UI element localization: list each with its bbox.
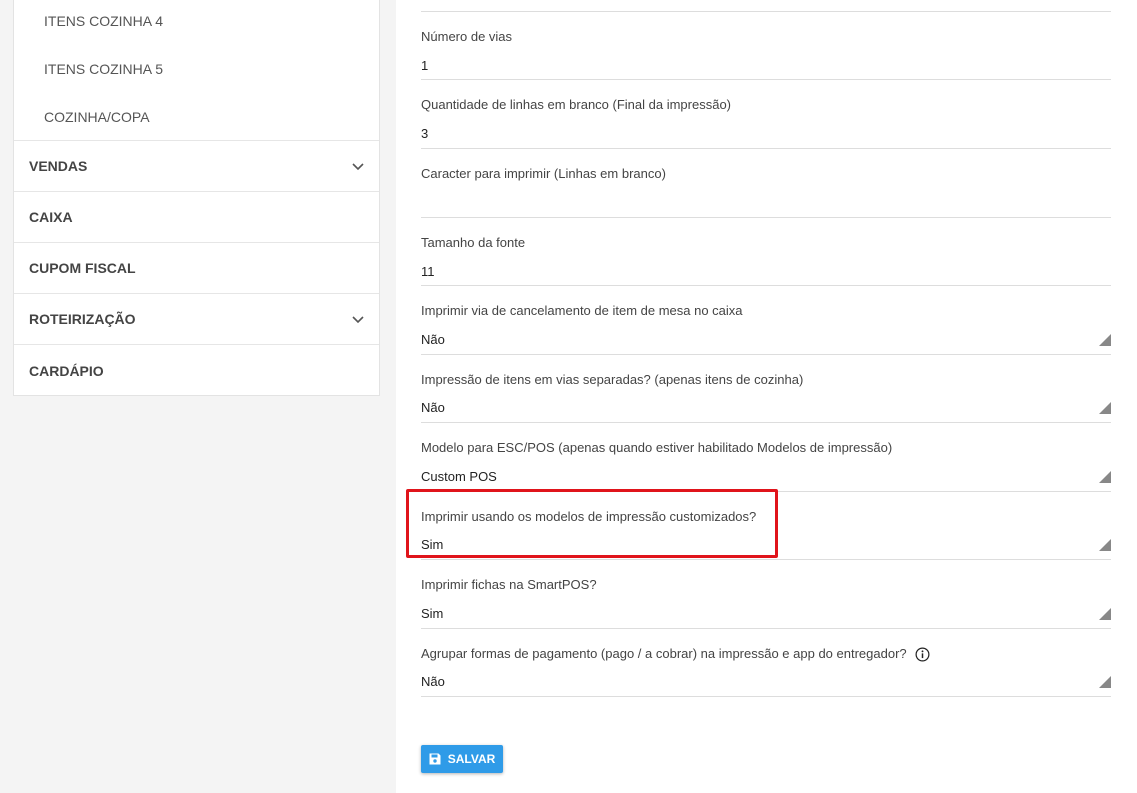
chevron-down-icon bbox=[352, 316, 364, 324]
select-arrow-icon[interactable] bbox=[1099, 608, 1111, 620]
field-underline bbox=[421, 11, 1111, 12]
select-value[interactable]: Não bbox=[421, 400, 445, 415]
sidebar-item-cupom-fiscal[interactable]: CUPOM FISCAL bbox=[14, 243, 379, 294]
field-underline bbox=[421, 354, 1111, 355]
field-label: Agrupar formas de pagamento (pago / a co… bbox=[421, 646, 930, 662]
field-underline bbox=[421, 491, 1111, 492]
select-value[interactable]: Custom POS bbox=[421, 469, 497, 484]
select-value[interactable]: Não bbox=[421, 332, 445, 347]
field-underline bbox=[421, 422, 1111, 423]
select-value[interactable]: Sim bbox=[421, 537, 443, 552]
sidebar-item-label: CUPOM FISCAL bbox=[29, 260, 136, 276]
sidebar-submenu: ITENS COZINHA 4 ITENS COZINHA 5 COZINHA/… bbox=[14, 0, 379, 141]
field-label: Modelo para ESC/POS (apenas quando estiv… bbox=[421, 440, 893, 455]
sidebar-subitem-itens-cozinha-5[interactable]: ITENS COZINHA 5 bbox=[14, 45, 379, 93]
field-underline bbox=[421, 696, 1111, 697]
sidebar: ITENS COZINHA 4 ITENS COZINHA 5 COZINHA/… bbox=[13, 0, 380, 396]
chevron-down-icon bbox=[352, 163, 364, 171]
field-label: Imprimir fichas na SmartPOS? bbox=[421, 577, 597, 592]
field-value[interactable]: 3 bbox=[421, 126, 428, 141]
field-underline bbox=[421, 628, 1111, 629]
floppy-disk-icon bbox=[429, 753, 441, 765]
field-label: Caracter para imprimir (Linhas em branco… bbox=[421, 166, 666, 181]
field-label: Imprimir usando os modelos de impressão … bbox=[421, 509, 757, 524]
field-underline bbox=[421, 148, 1111, 149]
field-label: Tamanho da fonte bbox=[421, 235, 526, 250]
select-value[interactable]: Não bbox=[421, 674, 445, 689]
field-label: Quantidade de linhas em branco (Final da… bbox=[421, 97, 732, 112]
save-button[interactable]: SALVAR bbox=[421, 745, 503, 773]
sidebar-subitem-itens-cozinha-4[interactable]: ITENS COZINHA 4 bbox=[14, 0, 379, 45]
field-value[interactable]: 11 bbox=[421, 264, 435, 279]
settings-form: Número de vias 1 Quantidade de linhas em… bbox=[396, 0, 1137, 793]
sidebar-item-label: ROTEIRIZAÇÃO bbox=[29, 311, 136, 327]
select-arrow-icon[interactable] bbox=[1099, 676, 1111, 688]
sidebar-item-label: VENDAS bbox=[29, 158, 88, 174]
select-arrow-icon[interactable] bbox=[1099, 471, 1111, 483]
sidebar-subitem-cozinha-copa[interactable]: COZINHA/COPA bbox=[14, 93, 379, 140]
sidebar-item-cardapio[interactable]: CARDÁPIO bbox=[14, 345, 379, 396]
field-value[interactable]: 1 bbox=[421, 58, 428, 73]
sidebar-item-roteirizacao[interactable]: ROTEIRIZAÇÃO bbox=[14, 294, 379, 345]
field-underline bbox=[421, 217, 1111, 218]
save-button-label: SALVAR bbox=[447, 752, 496, 766]
sidebar-item-vendas[interactable]: VENDAS bbox=[14, 141, 379, 192]
sidebar-item-caixa[interactable]: CAIXA bbox=[14, 192, 379, 243]
field-underline bbox=[421, 79, 1111, 80]
select-value[interactable]: Sim bbox=[421, 606, 443, 621]
field-underline bbox=[421, 559, 1111, 560]
field-label: Imprimir via de cancelamento de item de … bbox=[421, 303, 743, 318]
info-icon[interactable] bbox=[915, 647, 930, 662]
field-label-text: Agrupar formas de pagamento (pago / a co… bbox=[421, 646, 907, 661]
select-arrow-icon[interactable] bbox=[1099, 539, 1111, 551]
select-arrow-icon[interactable] bbox=[1099, 334, 1111, 346]
select-arrow-icon[interactable] bbox=[1099, 402, 1111, 414]
sidebar-item-label: CARDÁPIO bbox=[29, 362, 104, 379]
sidebar-item-label: CAIXA bbox=[29, 209, 73, 225]
field-underline bbox=[421, 285, 1111, 286]
field-label: Impressão de itens em vias separadas? (a… bbox=[421, 372, 804, 387]
field-label: Número de vias bbox=[421, 29, 513, 44]
